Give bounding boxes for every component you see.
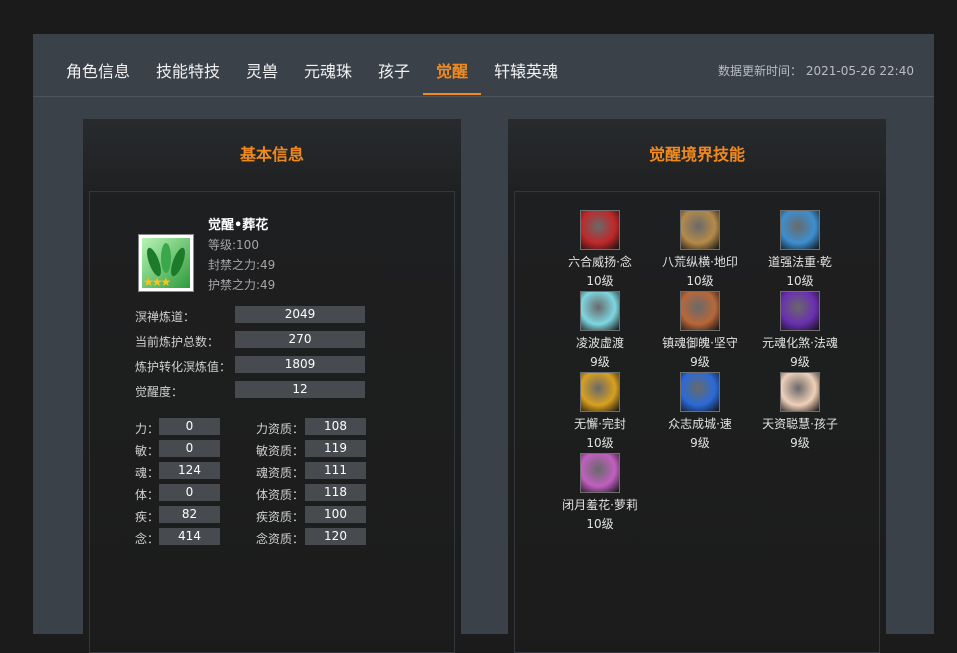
attr-quality-label: 疾资质： xyxy=(256,510,305,524)
attr-label: 敏： xyxy=(135,444,160,458)
attr-quality-value: 119 xyxy=(305,440,366,457)
update-time: 数据更新时间： 2021-05-26 22:40 xyxy=(718,64,914,78)
attr-value: 414 xyxy=(159,528,220,545)
tab-children[interactable]: 孩子 xyxy=(378,58,410,82)
stat-value: 12 xyxy=(235,381,365,398)
skill-name: 镇魂御魄·坚守 xyxy=(662,336,738,350)
skill-item[interactable]: 镇魂御魄·坚守 9级 xyxy=(645,291,755,370)
skill-item[interactable]: 六合威扬·念 10级 xyxy=(545,210,655,289)
golden-shield-icon xyxy=(580,372,620,412)
skill-level: 9级 xyxy=(690,355,710,369)
skill-level: 9级 xyxy=(690,436,710,450)
attr-quality-label: 体资质： xyxy=(256,488,305,502)
skill-level: 10级 xyxy=(586,274,614,288)
skill-level: 10级 xyxy=(586,436,614,450)
attr-value: 124 xyxy=(159,462,220,479)
water-wave-icon xyxy=(580,291,620,331)
stat-label: 溟禅炼道： xyxy=(135,310,196,324)
skill-level: 9级 xyxy=(790,355,810,369)
skill-level: 9级 xyxy=(590,355,610,369)
awakening-skills-content: 六合威扬·念 10级 八荒纵横·地印 10级 道强法重·乾 10级 凌波虚渡 9级 镇魂御魄·坚… xyxy=(514,191,880,653)
skill-name: 天资聪慧·孩子 xyxy=(762,417,838,431)
skill-item[interactable]: 众志成城·速 9级 xyxy=(645,372,755,451)
attr-quality-label: 敏资质： xyxy=(256,444,305,458)
star-rating-icon: ★★★ xyxy=(143,275,171,289)
attr-quality-label: 力资质： xyxy=(256,422,305,436)
tab-skills[interactable]: 技能特技 xyxy=(156,58,220,82)
stat-value: 270 xyxy=(235,331,365,348)
attr-value: 0 xyxy=(159,418,220,435)
attr-value: 0 xyxy=(159,484,220,501)
warrior-face-icon xyxy=(680,291,720,331)
tab-character-info[interactable]: 角色信息 xyxy=(66,58,130,82)
skill-name: 八荒纵横·地印 xyxy=(662,255,738,269)
skill-name: 无懈·完封 xyxy=(574,417,626,431)
character-level: 等级:100 xyxy=(208,238,259,252)
skill-item[interactable]: 闭月羞花·萝莉 10级 xyxy=(545,453,655,532)
stat-label: 炼护转化溟炼值： xyxy=(135,360,232,374)
attr-label: 念： xyxy=(135,532,160,546)
awakening-skills-panel: 觉醒境界技能 六合威扬·念 10级 八荒纵横·地印 10级 道强法重·乾 10级 凌波虚渡 9… xyxy=(508,119,886,653)
stat-label: 觉醒度： xyxy=(135,385,184,399)
blue-fighter-icon xyxy=(680,372,720,412)
skill-level: 9级 xyxy=(790,436,810,450)
skill-name: 道强法重·乾 xyxy=(768,255,832,269)
attr-quality-label: 念资质： xyxy=(256,532,305,546)
attr-quality-value: 120 xyxy=(305,528,366,545)
tab-spirit-beast[interactable]: 灵兽 xyxy=(246,58,278,82)
stat-value: 1809 xyxy=(235,356,365,373)
skill-name: 凌波虚渡 xyxy=(575,336,624,350)
attr-label: 疾： xyxy=(135,510,160,524)
skill-name: 六合威扬·念 xyxy=(568,255,632,269)
skill-item[interactable]: 元魂化煞·法魂 9级 xyxy=(745,291,855,370)
red-claw-icon xyxy=(580,210,620,250)
stat-label: 当前炼护总数： xyxy=(135,335,220,349)
skill-level: 10级 xyxy=(686,274,714,288)
main-panel: 角色信息 技能特技 灵兽 元魂珠 孩子 觉醒 轩辕英魂 数据更新时间： 2021… xyxy=(33,34,934,653)
baby-face-icon xyxy=(780,372,820,412)
character-name: 觉醒•葬花 xyxy=(208,218,269,233)
earth-seal-icon xyxy=(680,210,720,250)
skill-name: 众志成城·速 xyxy=(668,417,732,431)
skill-item[interactable]: 天资聪慧·孩子 9级 xyxy=(745,372,855,451)
basic-info-content: ★★★ 觉醒•葬花 等级:100 封禁之力:49 护禁之力:49 溟禅炼道： 2… xyxy=(89,191,455,653)
attr-label: 力： xyxy=(135,422,160,436)
basic-info-panel: 基本信息 ★★★ 觉醒•葬花 等级:100 封禁之力:49 护禁之力:49 溟禅… xyxy=(83,119,461,653)
skill-level: 10级 xyxy=(786,274,814,288)
attr-quality-value: 108 xyxy=(305,418,366,435)
attr-value: 82 xyxy=(159,506,220,523)
stat-value: 2049 xyxy=(235,306,365,323)
guard-power: 护禁之力:49 xyxy=(208,278,276,292)
skill-level: 10级 xyxy=(586,517,614,531)
blue-sword-icon xyxy=(780,210,820,250)
attr-label: 魂： xyxy=(135,466,160,480)
attr-quality-value: 100 xyxy=(305,506,366,523)
basic-info-title: 基本信息 xyxy=(239,145,304,164)
attr-label: 体： xyxy=(135,488,160,502)
purple-demon-icon xyxy=(780,291,820,331)
tab-xuanyuan-soul[interactable]: 轩辕英魂 xyxy=(494,58,558,82)
attr-value: 0 xyxy=(159,440,220,457)
attr-quality-value: 111 xyxy=(305,462,366,479)
attr-quality-label: 魂资质： xyxy=(256,466,305,480)
skill-name: 元魂化煞·法魂 xyxy=(762,336,838,350)
attr-quality-value: 118 xyxy=(305,484,366,501)
active-tab-indicator xyxy=(423,93,481,95)
girl-portrait-icon xyxy=(580,453,620,493)
awakening-skills-title: 觉醒境界技能 xyxy=(648,145,745,164)
skill-item[interactable]: 道强法重·乾 10级 xyxy=(745,210,855,289)
seal-power: 封禁之力:49 xyxy=(208,258,276,272)
tab-awakening[interactable]: 觉醒 xyxy=(436,58,468,82)
tab-bar: 角色信息 技能特技 灵兽 元魂珠 孩子 觉醒 轩辕英魂 数据更新时间： 2021… xyxy=(33,34,934,97)
skill-name: 闭月羞花·萝莉 xyxy=(562,498,638,512)
skill-item[interactable]: 八荒纵横·地印 10级 xyxy=(645,210,755,289)
skill-item[interactable]: 无懈·完封 10级 xyxy=(545,372,655,451)
character-avatar: ★★★ xyxy=(138,234,194,292)
skill-item[interactable]: 凌波虚渡 9级 xyxy=(545,291,655,370)
tab-soul-orb[interactable]: 元魂珠 xyxy=(304,58,352,82)
